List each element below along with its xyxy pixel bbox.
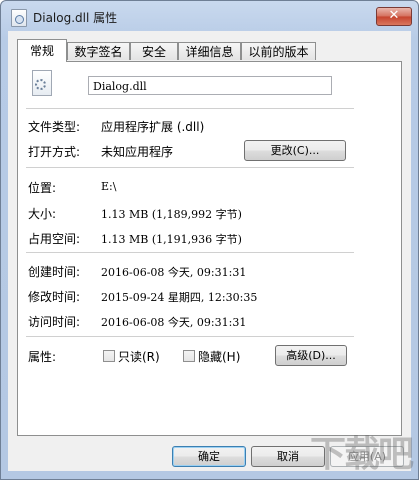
hidden-checkbox[interactable]	[183, 350, 195, 362]
close-button[interactable]: ✕	[376, 7, 412, 26]
size-label: 大小:	[28, 207, 57, 221]
divider	[26, 336, 354, 337]
created-value: 2016-06-08 今天, 09:31:31	[101, 266, 247, 279]
accessed-value: 2016-06-08 今天, 09:31:31	[101, 316, 247, 329]
hidden-label[interactable]: 隐藏(H)	[198, 348, 240, 365]
size-on-disk-label: 占用空间:	[28, 232, 81, 246]
readonly-label[interactable]: 只读(R)	[118, 348, 160, 365]
opens-with-value: 未知应用程序	[101, 145, 174, 159]
ok-button[interactable]: 确定	[172, 446, 246, 467]
filename-value: Dialog.dll	[93, 80, 147, 93]
filename-field[interactable]: Dialog.dll	[88, 76, 332, 95]
created-label: 创建时间:	[28, 265, 81, 279]
size-on-disk-value: 1.13 MB (1,191,936 字节)	[101, 233, 242, 246]
modified-label: 修改时间:	[28, 290, 81, 304]
title-bar[interactable]: Dialog.dll 属性 ✕	[1, 1, 418, 31]
properties-window: Dialog.dll 属性 ✕ 常规 数字签名 安全 详细信息 以前的版本 Di…	[0, 0, 419, 480]
dialog-client: 常规 数字签名 安全 详细信息 以前的版本 Dialog.dll 文件类型: 应…	[8, 31, 411, 471]
general-tab-panel: Dialog.dll 文件类型: 应用程序扩展 (.dll) 打开方式: 未知应…	[17, 61, 402, 436]
file-type-label: 文件类型:	[28, 120, 81, 134]
dll-file-icon	[11, 9, 27, 27]
location-label: 位置:	[28, 181, 57, 195]
tab-label: 详细信息	[185, 45, 234, 59]
tab-label: 以前的版本	[248, 45, 309, 59]
file-type-value: 应用程序扩展 (.dll)	[101, 120, 205, 134]
divider	[26, 252, 354, 253]
close-icon: ✕	[388, 8, 400, 23]
divider	[26, 167, 354, 168]
size-value: 1.13 MB (1,189,992 字节)	[101, 208, 242, 221]
advanced-button[interactable]: 高级(D)...	[275, 345, 347, 366]
readonly-checkbox[interactable]	[103, 350, 115, 362]
tab-previous-versions[interactable]: 以前的版本	[241, 42, 316, 60]
watermark-logo: 下载吧	[309, 434, 414, 475]
tab-security[interactable]: 安全	[130, 42, 178, 60]
tab-details[interactable]: 详细信息	[178, 42, 241, 60]
accessed-label: 访问时间:	[28, 315, 81, 329]
attributes-label: 属性:	[28, 350, 57, 364]
tab-label: 常规	[29, 44, 54, 58]
window-title: Dialog.dll 属性	[33, 11, 118, 25]
change-button[interactable]: 更改(C)...	[244, 140, 346, 161]
divider	[26, 108, 354, 109]
location-value: E:\	[101, 180, 117, 193]
tab-general[interactable]: 常规	[17, 39, 67, 62]
tab-label: 数字签名	[74, 45, 123, 59]
gear-icon	[35, 79, 46, 90]
modified-value: 2015-09-24 星期四, 12:30:35	[101, 291, 258, 304]
dll-file-icon	[32, 70, 52, 96]
tab-label: 安全	[141, 45, 166, 59]
tab-digital-signatures[interactable]: 数字签名	[67, 42, 130, 60]
opens-with-label: 打开方式:	[28, 145, 81, 159]
